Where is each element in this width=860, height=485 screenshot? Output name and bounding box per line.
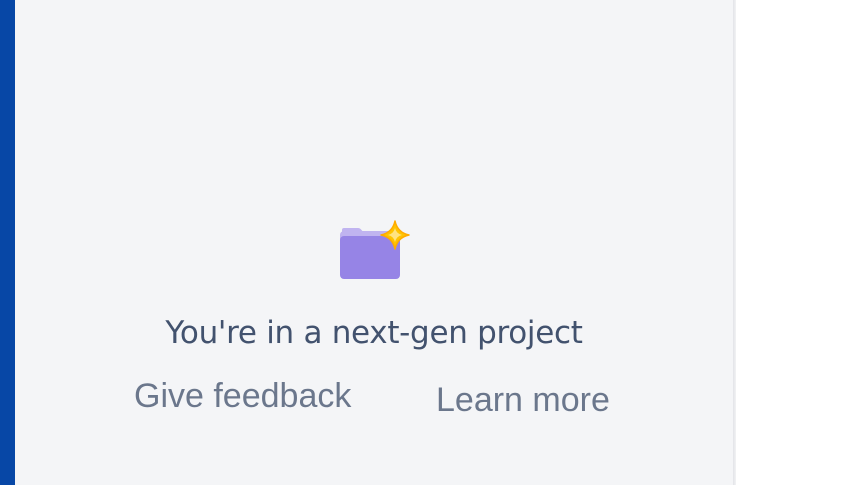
folder-front xyxy=(340,236,400,279)
global-navigation-bar xyxy=(0,0,15,485)
folder-sparkle-icon xyxy=(340,220,410,279)
app-window: You're in a next-gen project Give feedba… xyxy=(0,0,860,485)
give-feedback-link[interactable]: Give feedback xyxy=(134,377,351,416)
nextgen-project-message: You're in a next-gen project xyxy=(165,315,583,351)
main-content-area xyxy=(736,0,860,485)
learn-more-link[interactable]: Learn more xyxy=(436,381,610,420)
